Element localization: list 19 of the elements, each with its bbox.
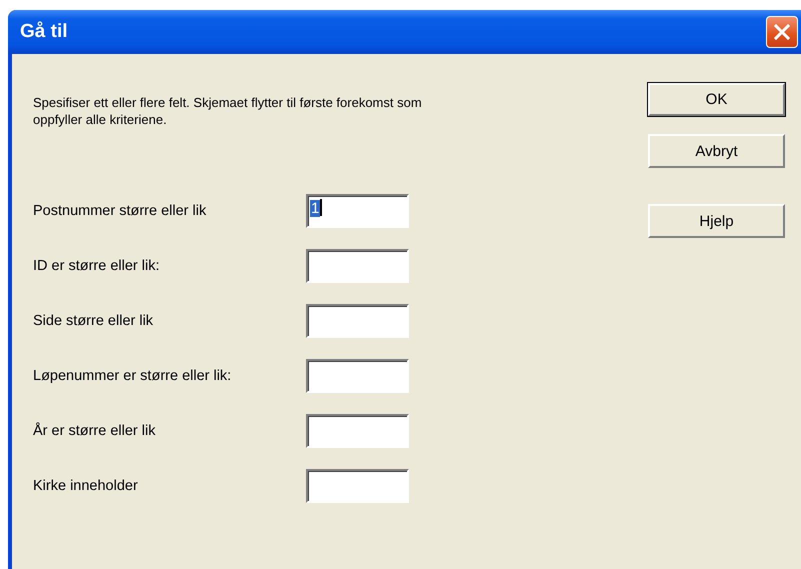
field-label: Postnummer større eller lik: [33, 203, 208, 219]
input-field[interactable]: [306, 304, 409, 338]
input-field[interactable]: 1: [306, 194, 409, 228]
instruction-text: Spesifiser ett eller flere felt. Skjemaet flytter til første forekomst som oppfyller alle kriteriene.: [33, 94, 423, 128]
field-label: ID er større eller lik:: [33, 258, 160, 274]
input-field[interactable]: [306, 414, 409, 448]
input-field[interactable]: [306, 359, 409, 393]
dialog-button[interactable]: Avbryt: [648, 134, 785, 168]
field-label: Side større eller lik: [33, 313, 154, 329]
input-field[interactable]: [306, 469, 409, 503]
field-label: År er større eller lik: [33, 423, 156, 439]
field-label: Løpenummer er større eller lik:: [33, 368, 232, 384]
window-title: Gå til: [20, 21, 68, 43]
dialog-button[interactable]: Hjelp: [648, 204, 785, 238]
close-button[interactable]: [766, 16, 798, 48]
field-label: Kirke inneholder: [33, 478, 139, 494]
close-icon: [774, 24, 790, 40]
input-field[interactable]: [306, 249, 409, 283]
dialog-button[interactable]: OK: [648, 83, 785, 116]
